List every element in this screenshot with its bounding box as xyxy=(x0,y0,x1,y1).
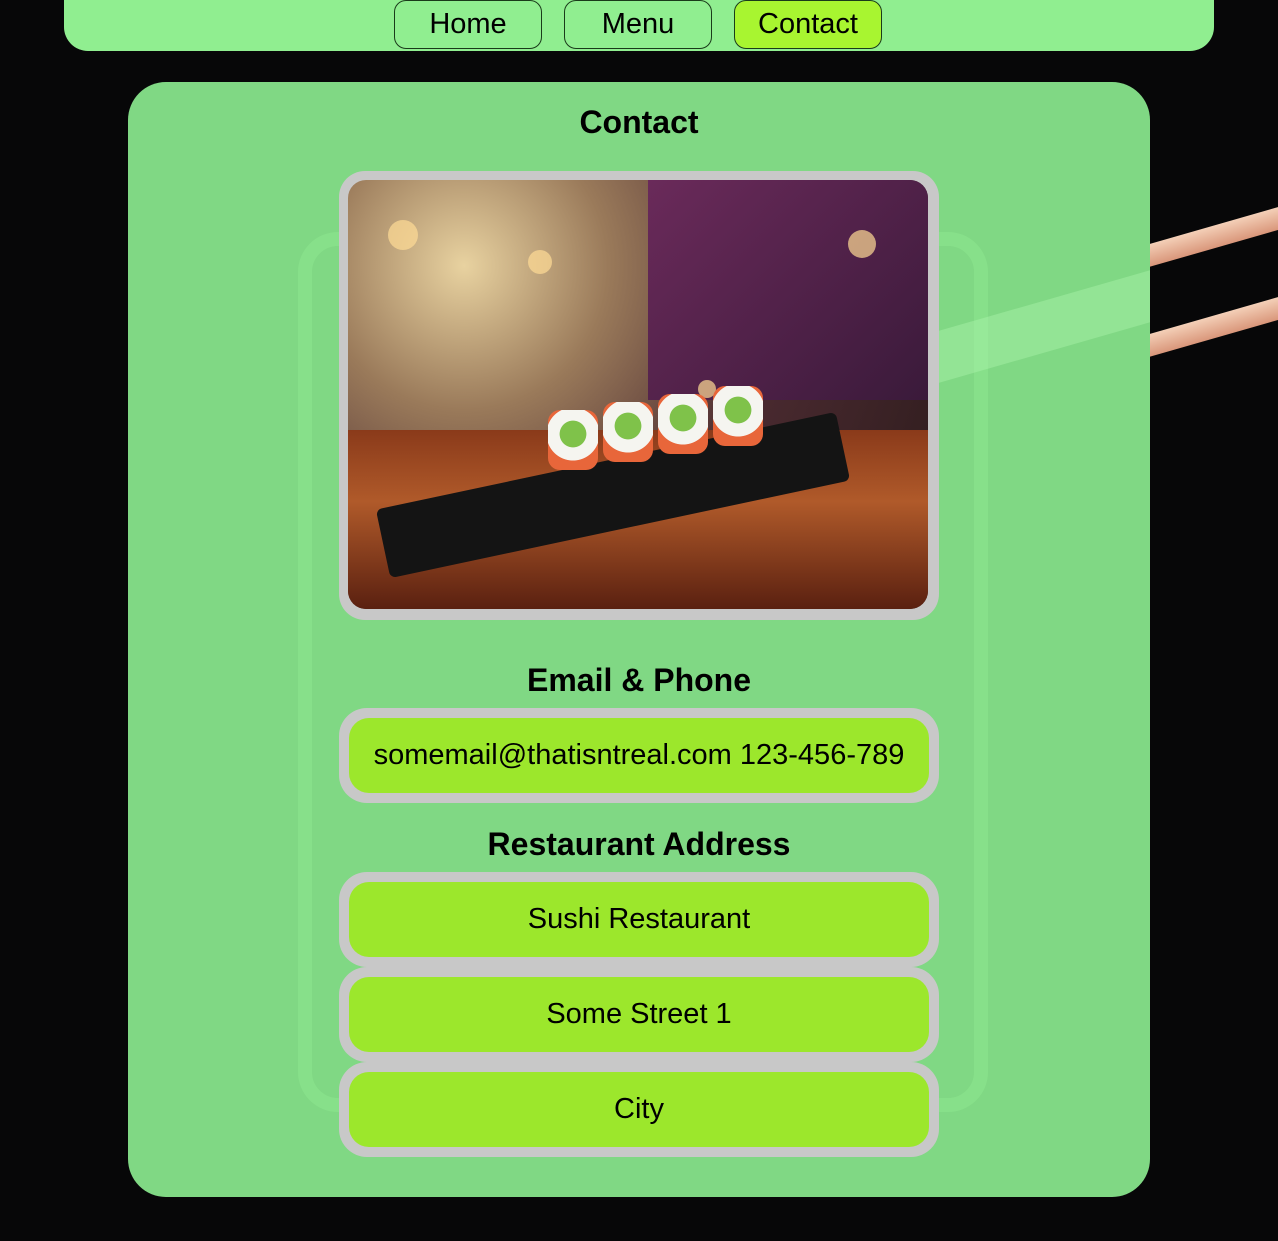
nav-menu-button[interactable]: Menu xyxy=(564,0,712,49)
address-name-box: Sushi Restaurant xyxy=(339,872,939,967)
sushi-photo xyxy=(348,180,928,609)
restaurant-name: Sushi Restaurant xyxy=(349,882,929,957)
nav-home-button[interactable]: Home xyxy=(394,0,542,49)
top-navigation: Home Menu Contact xyxy=(64,0,1214,51)
sushi-photo-frame xyxy=(339,171,939,620)
email-phone-heading: Email & Phone xyxy=(526,662,752,698)
nav-contact-button[interactable]: Contact xyxy=(734,0,882,49)
page-title: Contact xyxy=(579,104,699,140)
email-phone-box: somemail@thatisntreal.com 123-456-789 xyxy=(339,708,939,803)
address-heading: Restaurant Address xyxy=(487,826,791,862)
city: City xyxy=(349,1072,929,1147)
email-phone-text: somemail@thatisntreal.com 123-456-789 xyxy=(349,718,929,793)
contact-card: Contact Email & Phone somemail@thatisntr… xyxy=(128,82,1150,1197)
address-street-box: Some Street 1 xyxy=(339,967,939,1062)
address-city-box: City xyxy=(339,1062,939,1157)
street-address: Some Street 1 xyxy=(349,977,929,1052)
